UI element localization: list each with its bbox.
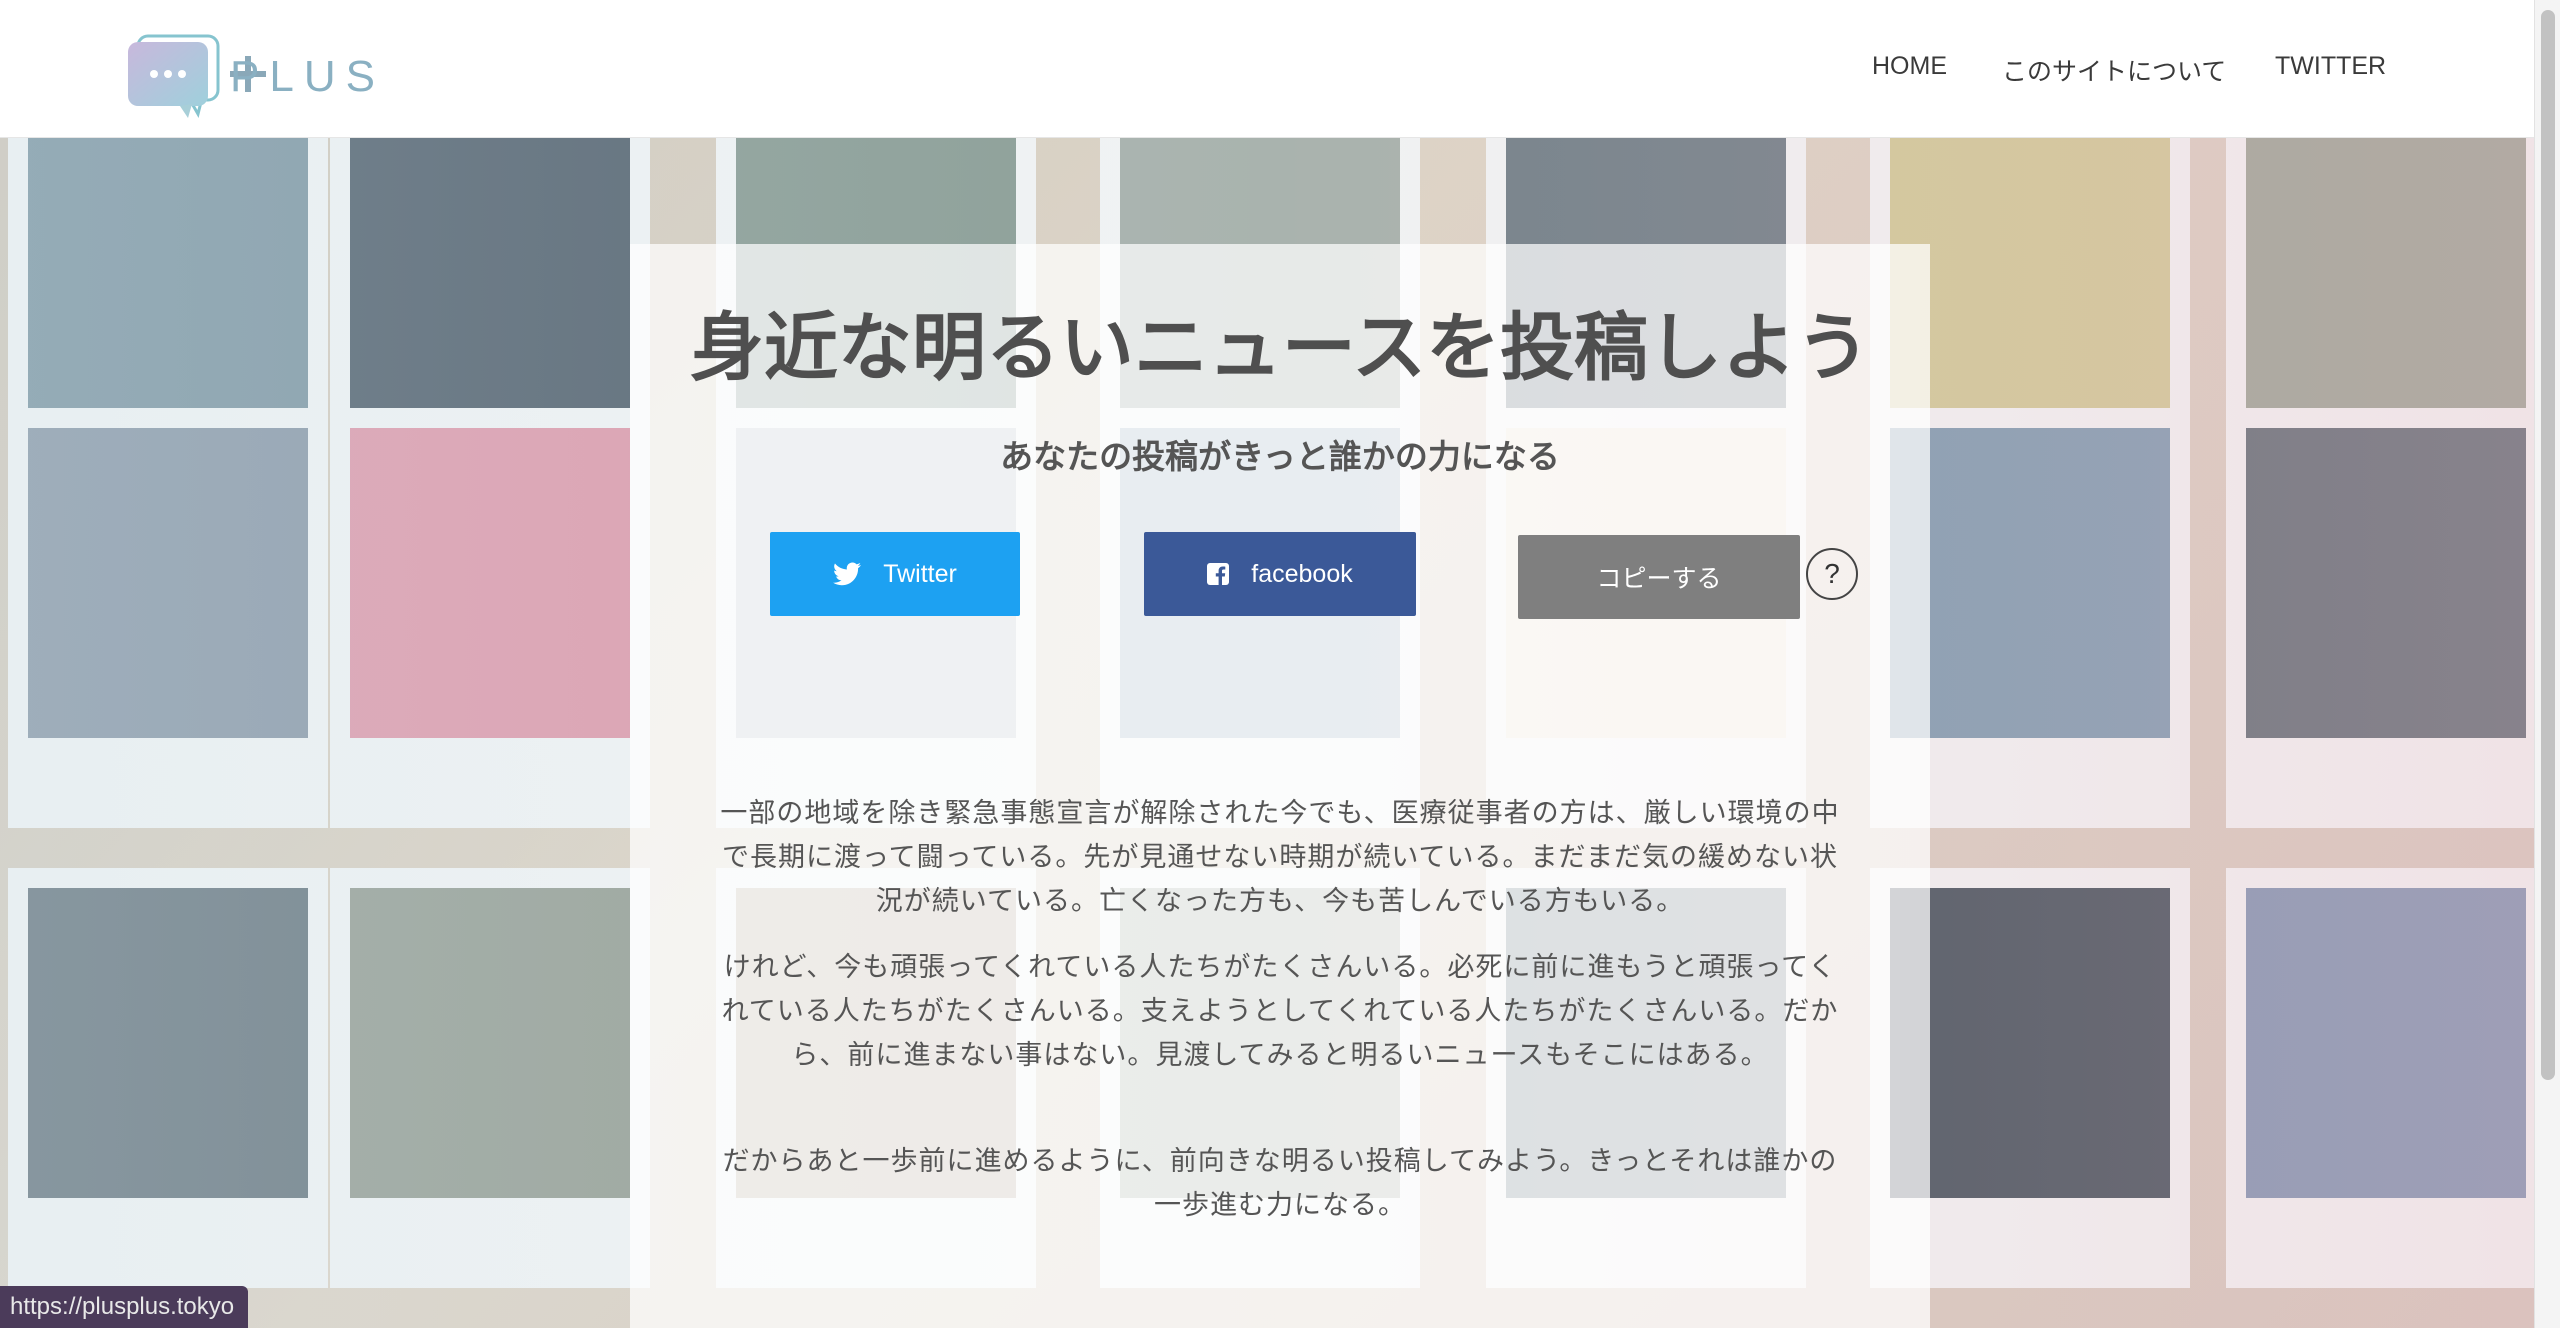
intro-paragraph-3: だからあと一歩前に進めるように、前向きな明るい投稿してみよう。きっとそれは誰かの… — [722, 1146, 1838, 1221]
twitter-bird-icon — [833, 562, 862, 586]
speech-bubble-icon — [128, 34, 220, 118]
link-status-url: https://plusplus.tokyo — [0, 1286, 249, 1328]
site-header: PLUS HOME このサイトについて TWITTER — [0, 0, 2534, 138]
nav-home[interactable]: HOME — [1872, 52, 1947, 81]
nav-twitter[interactable]: TWITTER — [2275, 52, 2386, 81]
help-button[interactable]: ? — [1806, 548, 1858, 600]
twitter-share-button[interactable]: Twitter — [770, 532, 1020, 616]
facebook-share-button[interactable]: facebook — [1144, 532, 1416, 616]
nav-about[interactable]: このサイトについて — [2002, 52, 2226, 88]
scrollbar[interactable] — [2534, 0, 2560, 1328]
facebook-share-label: facebook — [1251, 559, 1353, 588]
intro-paragraph-1: 一部の地域を除き緊急事態宣言が解除された今でも、医療従事者の方は、厳しい環境の中… — [720, 798, 1840, 917]
scrollbar-thumb[interactable] — [2541, 10, 2555, 1080]
hero-title: 身近な明るいニュースを投稿しよう — [689, 305, 1871, 391]
twitter-share-label: Twitter — [883, 559, 957, 588]
copy-button-label: コピーする — [1596, 565, 1722, 593]
copy-button[interactable]: コピーする — [1518, 535, 1800, 619]
hero-panel: 身近な明るいニュースを投稿しよう あなたの投稿がきっと誰かの力になる Twitt… — [630, 244, 1930, 1328]
logo-wordmark: PLUS — [230, 52, 385, 101]
facebook-square-icon — [1207, 563, 1230, 585]
hero-subtitle: あなたの投稿がきっと誰かの力になる — [1000, 437, 1560, 476]
intro-paragraph-2: けれど、今も頑張ってくれている人たちがたくさんいる。必死に前に進もうと頑張ってく… — [721, 952, 1839, 1071]
question-mark-icon: ? — [1824, 558, 1840, 589]
